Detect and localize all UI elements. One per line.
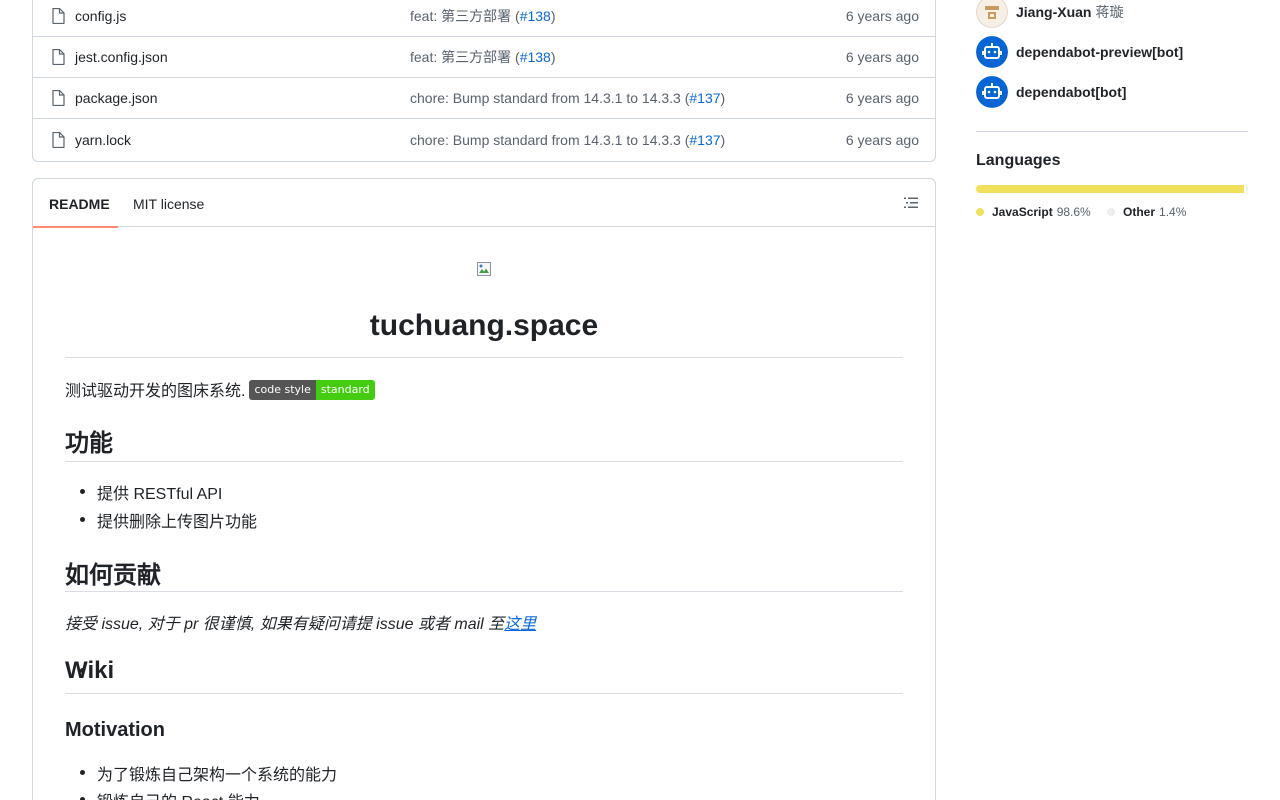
file-list: config.js feat: 第三方部署 (#138) 6 years ago… [32,0,936,162]
language-bar-javascript[interactable] [976,185,1245,193]
language-name: Other [1123,205,1156,219]
language-legend-other[interactable]: Other 1.4% [1107,205,1186,219]
commit-message[interactable]: chore: Bump standard from 14.3.1 to 14.3… [410,90,725,106]
badge-right: standard [315,380,375,400]
readme-intro: 测试驱动开发的图床系统. code style standard [65,377,375,401]
file-row[interactable]: config.js feat: 第三方部署 (#138) 6 years ago [33,0,935,37]
commit-date: 6 years ago [845,8,919,24]
file-icon [52,8,65,24]
file-name-link[interactable]: config.js [75,8,126,24]
readme-title: tuchuang.space [369,309,599,342]
code-style-badge[interactable]: code style standard [249,380,375,400]
contributor-name[interactable]: dependabot[bot] [1016,84,1126,100]
avatar[interactable] [976,0,1008,28]
contributor-fullname: 蒋璇 [1095,4,1124,20]
mail-link[interactable]: 这里 [504,616,536,633]
commit-date: 6 years ago [845,49,919,65]
commit-message[interactable]: feat: 第三方部署 (#138) [410,47,556,67]
commit-message-end: ) [720,131,726,148]
list-item: 提供删除上传图片功能 [79,508,257,532]
contribute-paragraph: 接受 issue, 对于 pr 很谨慎, 如果有疑问请提 issue 或者 ma… [65,610,536,634]
tab-license[interactable]: MIT license [133,179,204,227]
readme-tabs: README MIT license [33,179,935,228]
broken-image-icon [477,262,491,276]
contribute-text: 接受 issue, 对于 pr 很谨慎, 如果有疑问请提 issue 或者 ma… [65,616,505,633]
file-icon [52,90,65,106]
divider [65,591,903,592]
heading-motivation: Motivation [65,719,165,741]
bot-avatar-icon[interactable] [976,76,1008,108]
file-row[interactable]: yarn.lock chore: Bump standard from 14.3… [33,119,935,160]
file-row[interactable]: package.json chore: Bump standard from 1… [33,78,935,119]
pr-link[interactable]: #137 [689,132,720,148]
contributor-row[interactable]: dependabot-preview[bot] [976,36,1183,68]
pr-link[interactable]: #138 [520,49,551,65]
outline-list-icon[interactable] [903,195,919,211]
language-color-dot [1107,208,1115,216]
heading-contribute: 如何贡献 [65,562,161,589]
heading-wiki: Wiki [65,657,115,684]
list-item: 为了锻炼自己架构一个系统的能力 [79,761,337,785]
list-item: 提供 RESTful API [79,480,222,504]
contributor-row[interactable]: Jiang-Xuan 蒋璇 [976,0,1123,28]
language-percent: 1.4% [1159,205,1187,219]
contributor-row[interactable]: dependabot[bot] [976,76,1126,108]
language-legend-javascript[interactable]: JavaScript 98.6% [976,205,1091,219]
heading-features: 功能 [65,430,113,457]
commit-date: 6 years ago [845,131,919,148]
file-icon [52,49,65,65]
sidebar-divider [976,131,1248,132]
list-item: 锻炼自己的 React 能力 [80,788,260,800]
intro-text: 测试驱动开发的图床系统. [65,383,246,400]
contributor-name[interactable]: dependabot-preview[bot] [1016,44,1183,60]
file-name-link[interactable]: jest.config.json [75,49,168,65]
file-icon [52,131,65,148]
contributor-name[interactable]: Jiang-Xuan [1016,4,1091,20]
badge-left: code style [249,380,316,400]
file-row[interactable]: jest.config.json feat: 第三方部署 (#138) 6 ye… [33,37,935,78]
language-color-dot [976,208,984,216]
language-bar-other[interactable] [1246,185,1248,193]
bot-avatar-icon[interactable] [976,36,1008,68]
file-name-link[interactable]: package.json [75,90,158,106]
commit-message-end: ) [550,8,556,24]
language-bar [976,185,1248,193]
divider [65,693,903,694]
pr-link[interactable]: #138 [520,8,551,24]
tab-readme[interactable]: README [33,179,118,228]
divider [65,461,903,462]
languages-heading: Languages [976,152,1061,169]
commit-message[interactable]: feat: 第三方部署 (#138) [410,6,556,26]
commit-message-text: chore: Bump standard from 14.3.1 to 14.3… [410,90,690,106]
divider [65,357,903,358]
commit-message-end: ) [550,49,556,65]
commit-message-text: feat: 第三方部署 ( [410,8,520,24]
commit-message-text: feat: 第三方部署 ( [410,49,520,65]
commit-message[interactable]: chore: Bump standard from 14.3.1 to 14.3… [410,132,725,148]
language-name: JavaScript [992,205,1053,219]
commit-message-text: chore: Bump standard from 14.3.1 to 14.3… [410,131,690,148]
commit-message-end: ) [720,90,726,106]
pr-link[interactable]: #137 [689,90,720,106]
language-percent: 98.6% [1056,205,1091,219]
commit-date: 6 years ago [845,90,919,106]
file-name-link[interactable]: yarn.lock [75,132,131,148]
